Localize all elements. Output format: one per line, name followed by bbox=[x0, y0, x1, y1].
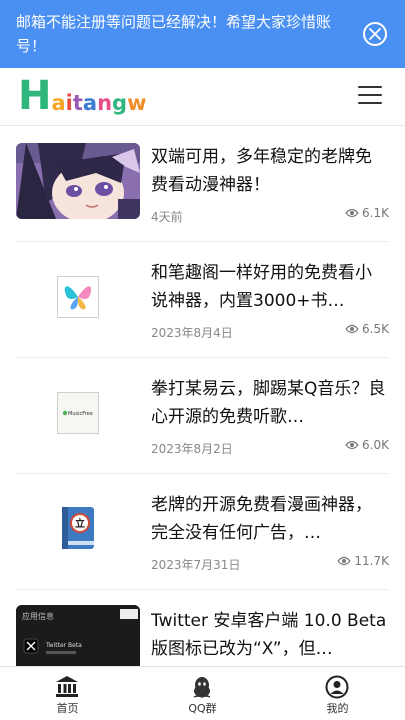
anime-thumbnail bbox=[16, 143, 140, 219]
site-header: H aitangw bbox=[0, 68, 405, 126]
logo-letter: g bbox=[112, 91, 128, 115]
logo-letter: t bbox=[72, 91, 83, 115]
novel-app-thumbnail bbox=[16, 259, 140, 335]
tab-qq-group[interactable]: QQ群 bbox=[135, 667, 270, 720]
tab-label: QQ群 bbox=[188, 702, 217, 715]
notice-banner: 邮箱不能注册等问题已经解决！希望大家珍惜账号！ bbox=[0, 0, 405, 68]
comic-app-thumbnail: 立 bbox=[16, 491, 140, 567]
view-count-value: 6.5K bbox=[362, 322, 389, 336]
view-count: 6.1K bbox=[345, 206, 389, 220]
article-title[interactable]: 和笔趣阁一样好用的免费看小说神器，内置3000+书… bbox=[151, 259, 387, 315]
tab-label: 我的 bbox=[326, 702, 349, 715]
logo-initial: H bbox=[18, 73, 52, 119]
list-item[interactable]: 双端可用，多年稳定的老牌免费看动漫神器！ 4天前 6.1K bbox=[16, 126, 389, 242]
article-date: 2023年8月2日 bbox=[151, 442, 233, 456]
article-title[interactable]: 拳打某易云，脚踢某Q音乐？良心开源的免费听歌… bbox=[151, 375, 387, 431]
article-date: 2023年7月31日 bbox=[151, 558, 241, 572]
book-icon: 立 bbox=[62, 507, 94, 549]
eye-icon bbox=[337, 556, 352, 566]
view-count: 6.5K bbox=[345, 322, 389, 336]
bottom-tab-bar: 首页 QQ群 我的 bbox=[0, 666, 405, 720]
eye-icon bbox=[345, 440, 359, 450]
app-info-label: 应用信息 bbox=[22, 611, 54, 621]
logo-letter: i bbox=[65, 91, 73, 115]
view-count-value: 11.7K bbox=[354, 554, 389, 568]
list-item[interactable]: 和笔趣阁一样好用的免费看小说神器，内置3000+书… 2023年8月4日 6.5… bbox=[16, 242, 389, 358]
article-title[interactable]: 双端可用，多年稳定的老牌免费看动漫神器！ bbox=[151, 143, 387, 199]
logo-letter: n bbox=[97, 91, 113, 115]
notice-text: 邮箱不能注册等问题已经解决！希望大家珍惜账号！ bbox=[16, 13, 332, 55]
eye-icon bbox=[345, 324, 359, 334]
qq-penguin-icon bbox=[193, 677, 211, 698]
twitter-beta-label: Twitter Beta bbox=[45, 642, 82, 649]
logo-letter: w bbox=[127, 91, 147, 115]
article-title[interactable]: 老牌的开源免费看漫画神器，完全没有任何广告，… bbox=[151, 491, 387, 547]
tab-label: 首页 bbox=[56, 702, 79, 715]
hamburger-menu-icon[interactable] bbox=[358, 86, 382, 106]
twitter-thumbnail: 应用信息 Twitter Beta bbox=[16, 605, 140, 667]
bank-icon bbox=[56, 676, 78, 697]
music-app-icon: MusicFree bbox=[57, 392, 99, 434]
article-date: 2023年8月4日 bbox=[151, 326, 233, 340]
tab-home[interactable]: 首页 bbox=[0, 667, 135, 720]
view-count: 11.7K bbox=[337, 554, 389, 568]
logo-letters: aitangw bbox=[51, 90, 146, 116]
logo-letter: a bbox=[51, 91, 66, 115]
butterfly-icon bbox=[57, 276, 99, 318]
music-app-name: MusicFree bbox=[68, 411, 93, 417]
view-count-value: 6.0K bbox=[362, 438, 389, 452]
article-title[interactable]: Twitter 安卓客户端 10.0 Beta 版图标已改为“X”，但… bbox=[151, 607, 387, 663]
music-app-thumbnail: MusicFree bbox=[16, 375, 140, 451]
close-icon[interactable] bbox=[363, 22, 387, 46]
logo-letter: a bbox=[82, 91, 98, 115]
eye-icon bbox=[345, 208, 359, 218]
view-count-value: 6.1K bbox=[362, 206, 389, 220]
list-item[interactable]: MusicFree 拳打某易云，脚踢某Q音乐？良心开源的免费听歌… 2023年8… bbox=[16, 358, 389, 474]
view-count: 6.0K bbox=[345, 438, 389, 452]
list-item[interactable]: 立 老牌的开源免费看漫画神器，完全没有任何广告，… 2023年7月31日 11.… bbox=[16, 474, 389, 590]
site-logo[interactable]: H aitangw bbox=[18, 76, 146, 116]
tab-profile[interactable]: 我的 bbox=[270, 667, 405, 720]
article-date: 4天前 bbox=[151, 210, 183, 224]
user-icon bbox=[325, 675, 349, 699]
svg-text:立: 立 bbox=[75, 517, 85, 530]
